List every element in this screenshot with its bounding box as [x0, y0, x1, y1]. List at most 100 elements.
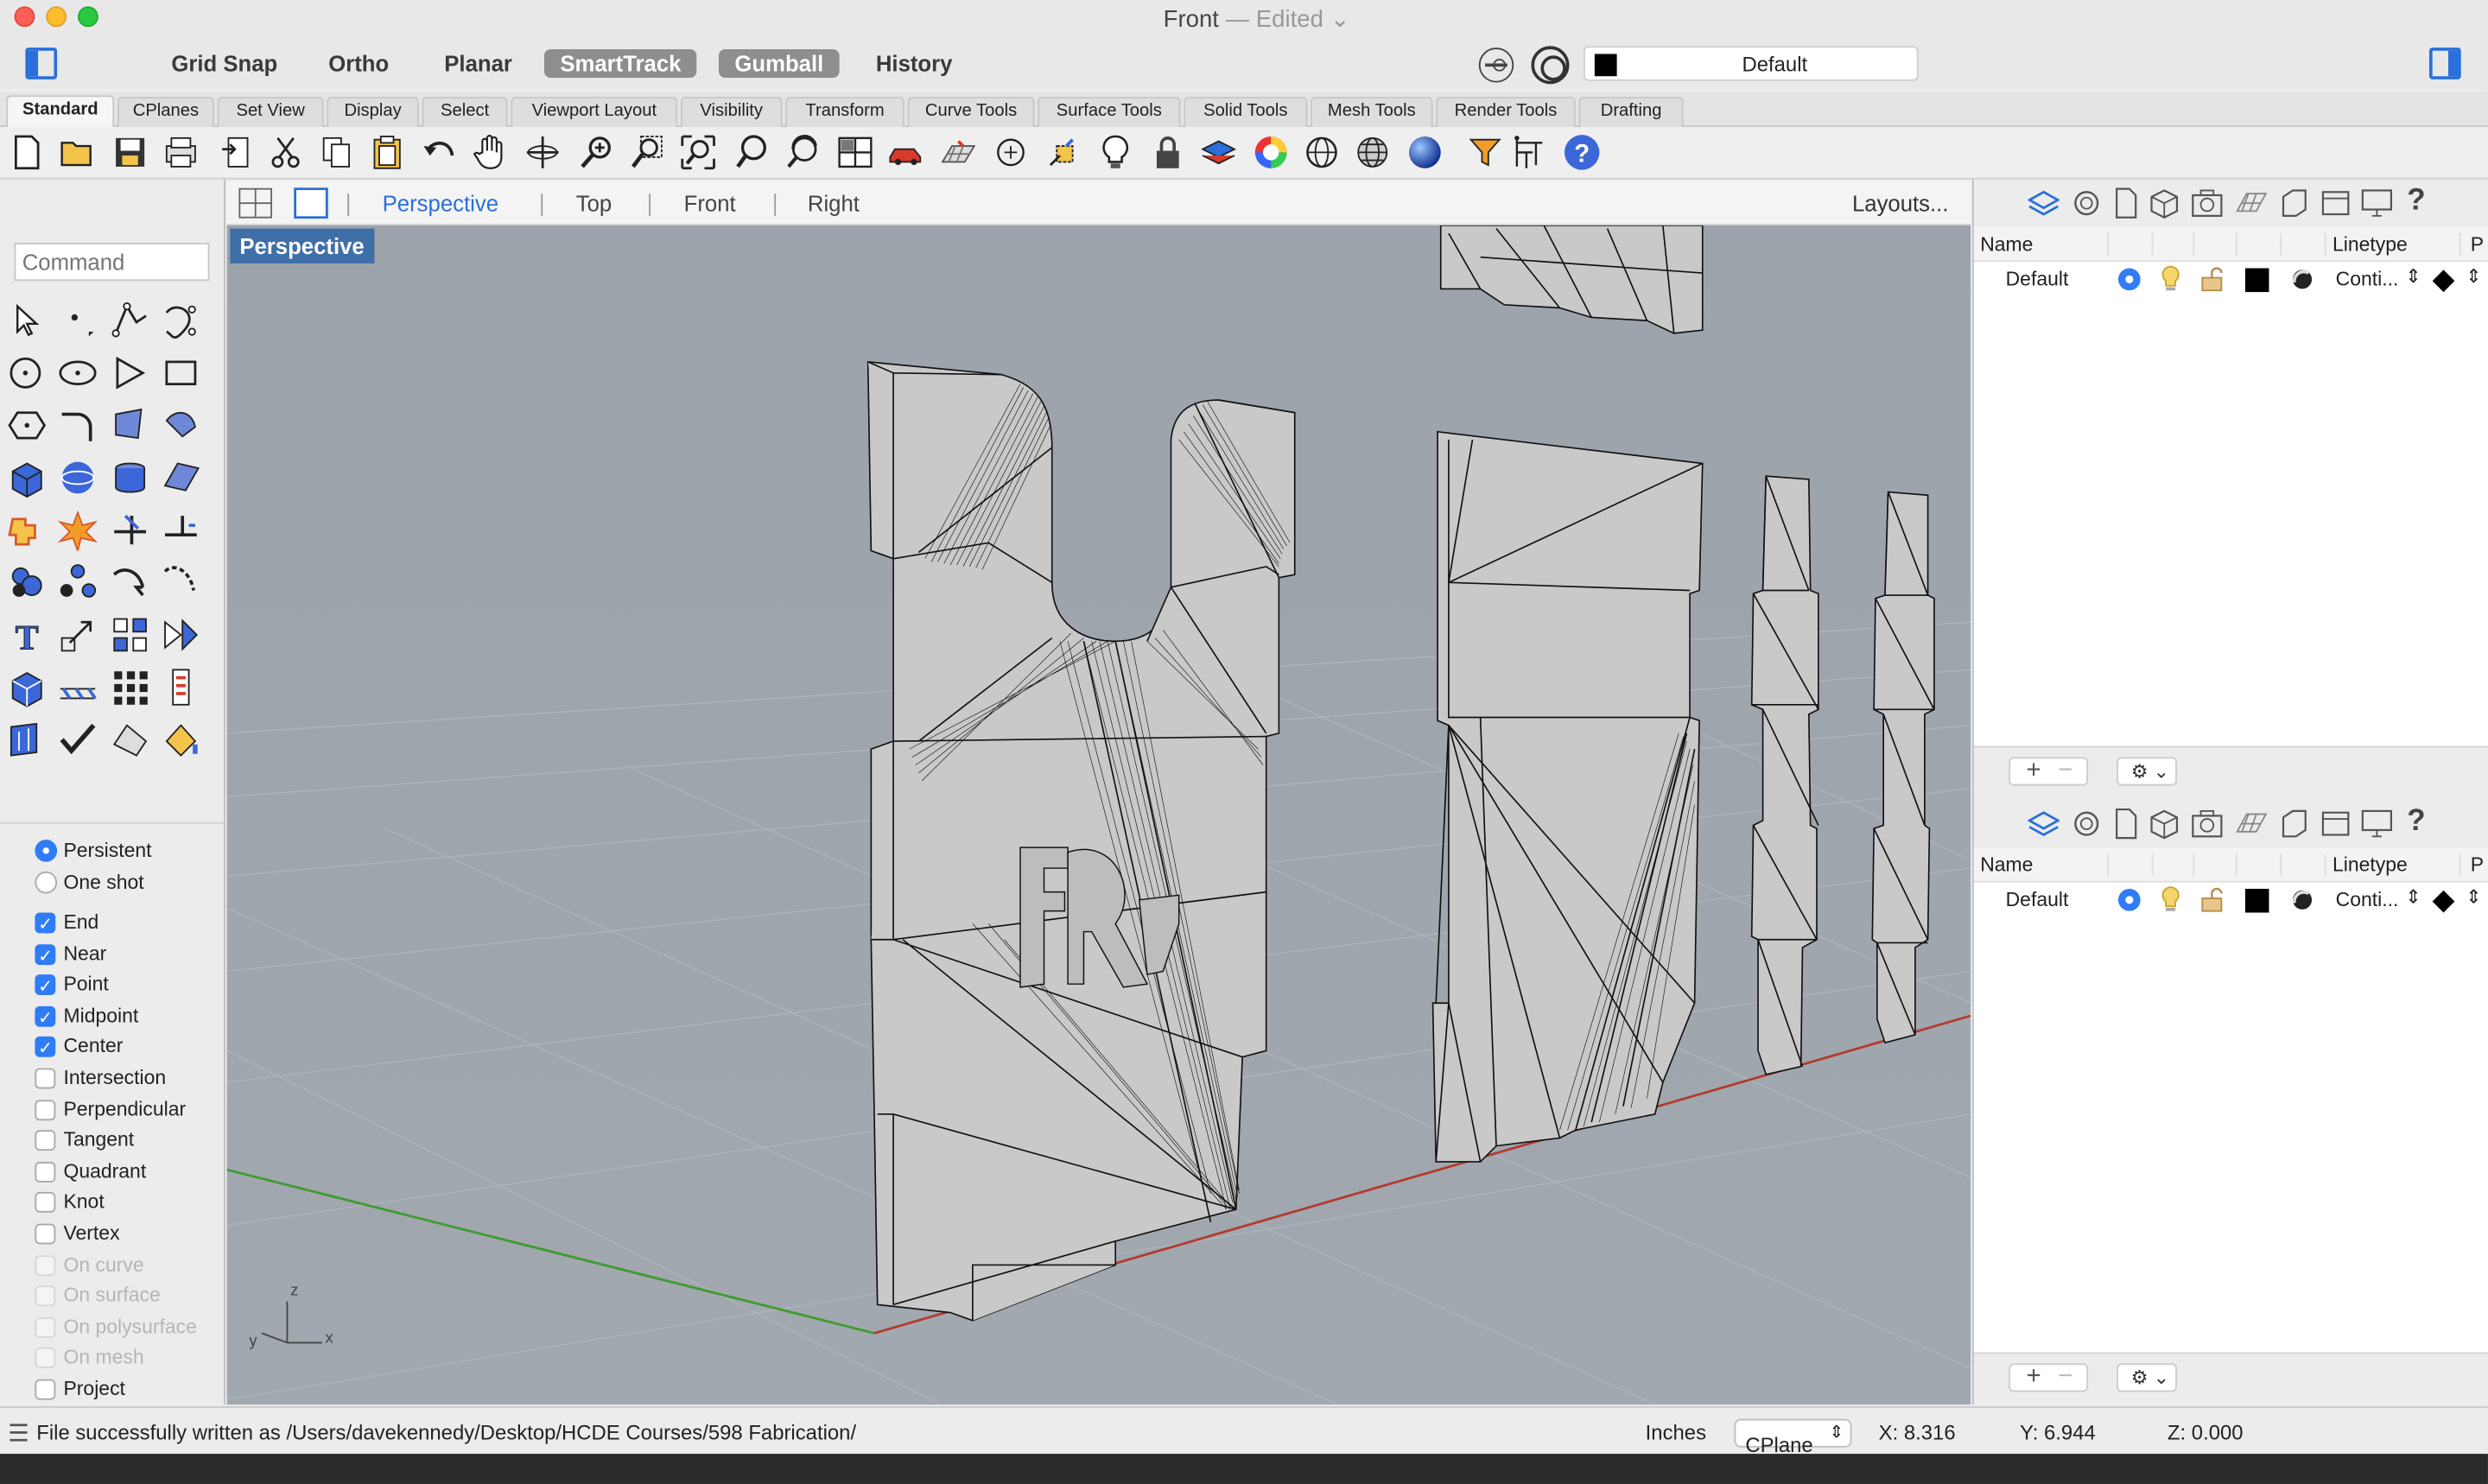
sphere-render-icon[interactable]: [1406, 133, 1444, 171]
materials-panel-icon[interactable]: [2148, 187, 2180, 219]
sphere-wireframe-icon[interactable]: [1303, 133, 1341, 171]
light-bulb-visible-icon[interactable]: [2160, 265, 2182, 294]
zoom-icon[interactable]: [578, 133, 616, 171]
mirror-icon[interactable]: [161, 614, 202, 656]
tab-transform[interactable]: Transform: [785, 97, 904, 127]
tab-perspective[interactable]: Perspective: [383, 190, 498, 215]
print-stepper-icon[interactable]: ⇕: [2466, 885, 2481, 908]
camera-panel-icon[interactable]: [2190, 808, 2225, 840]
rectangle-icon[interactable]: [161, 352, 202, 394]
gumball-icon[interactable]: [1044, 133, 1082, 171]
print-color-icon[interactable]: [2431, 269, 2456, 294]
current-layer-icon[interactable]: [2117, 888, 2141, 911]
undo-icon[interactable]: [421, 133, 459, 171]
material-icon[interactable]: [2291, 269, 2313, 291]
analyze-icon[interactable]: [6, 719, 48, 760]
sweep-surface-icon[interactable]: [161, 405, 202, 447]
scale-icon[interactable]: [57, 614, 98, 656]
grid-icon[interactable]: [939, 133, 977, 171]
materials-panel-icon[interactable]: [2148, 808, 2180, 840]
command-input[interactable]: [14, 243, 210, 282]
extrude-surface-icon[interactable]: [161, 457, 202, 498]
sun-panel-icon[interactable]: [2320, 808, 2352, 840]
right-sidebar-toggle-icon[interactable]: [2428, 48, 2461, 79]
camera-panel-icon[interactable]: [2190, 187, 2225, 219]
car-render-icon[interactable]: [887, 133, 925, 171]
tab-standard[interactable]: Standard: [6, 95, 115, 129]
copy-icon[interactable]: [317, 133, 355, 171]
render-shape-icon[interactable]: [110, 719, 151, 760]
grid-array-icon[interactable]: [110, 667, 151, 708]
properties-panel-icon[interactable]: [2071, 809, 2103, 838]
array-icon[interactable]: [110, 614, 151, 656]
pan-hand-icon[interactable]: [471, 133, 509, 171]
gumball-button[interactable]: Gumball: [719, 48, 840, 79]
light-bulb-visible-icon[interactable]: [2160, 885, 2182, 914]
object-snap-icon[interactable]: [992, 133, 1030, 171]
record-history-icon[interactable]: [1478, 48, 1514, 83]
explode-icon[interactable]: [57, 510, 98, 551]
print-icon[interactable]: [162, 133, 200, 171]
zoom-extents-icon[interactable]: [679, 133, 717, 171]
ungroup-icon[interactable]: [57, 561, 98, 603]
single-view-layout-icon[interactable]: [294, 187, 328, 219]
sun-panel-icon[interactable]: [2320, 187, 2352, 219]
new-file-icon[interactable]: [8, 133, 46, 171]
help-panel-icon[interactable]: ?: [2407, 184, 2425, 219]
grid-snap-button[interactable]: Grid Snap: [171, 49, 277, 78]
menu-lines-icon[interactable]: ☰: [8, 1419, 29, 1447]
layouts-button[interactable]: Layouts...: [1852, 190, 1948, 215]
rendering-panel-icon[interactable]: [2279, 187, 2311, 219]
polyline-icon[interactable]: [110, 300, 151, 341]
layer-options-button[interactable]: ⚙ ⌄: [2117, 757, 2177, 786]
filter-icon[interactable]: [1466, 133, 1504, 171]
split-icon[interactable]: [161, 510, 202, 551]
linetype-stepper-icon[interactable]: ⇕: [2405, 885, 2421, 908]
sphere-solid-icon[interactable]: [57, 457, 98, 498]
tab-curve-tools[interactable]: Curve Tools: [907, 97, 1035, 127]
color-wheel-icon[interactable]: [1252, 133, 1290, 171]
properties-panel-icon[interactable]: [2071, 189, 2103, 218]
sphere-shaded-icon[interactable]: [1354, 133, 1392, 171]
tab-mesh-tools[interactable]: Mesh Tools: [1311, 97, 1433, 127]
notes-panel-icon[interactable]: [2113, 808, 2138, 840]
rotate-view-icon[interactable]: [524, 133, 562, 171]
polygon-icon[interactable]: [6, 405, 48, 447]
history-button[interactable]: History: [876, 49, 953, 78]
properties-icon[interactable]: [161, 667, 202, 708]
target-icon[interactable]: [1531, 46, 1570, 85]
layer-row[interactable]: Default Conti... ⇕ ⇕: [1974, 262, 2488, 296]
units-label[interactable]: Inches: [1646, 1420, 1706, 1444]
display-panel-icon[interactable]: [2359, 187, 2394, 219]
dimension-tool-icon[interactable]: [57, 667, 98, 708]
layer-color-swatch[interactable]: [2244, 268, 2269, 293]
tab-display[interactable]: Display: [327, 97, 419, 127]
tab-top[interactable]: Top: [576, 190, 612, 215]
boolean-union-icon[interactable]: [6, 510, 48, 551]
select-arrow-icon[interactable]: [6, 300, 48, 341]
block-icon[interactable]: [6, 667, 48, 708]
save-icon[interactable]: [111, 133, 149, 171]
curve-icon[interactable]: [161, 300, 202, 341]
rendering-panel-icon[interactable]: [2279, 808, 2311, 840]
viewport-title-label[interactable]: Perspective: [230, 228, 374, 264]
smarttrack-button[interactable]: SmartTrack: [543, 48, 697, 79]
point-icon[interactable]: [57, 300, 98, 341]
tab-front[interactable]: Front: [684, 190, 736, 215]
four-viewports-icon[interactable]: [836, 133, 874, 171]
material-icon[interactable]: [2291, 889, 2313, 911]
lock-icon[interactable]: [1149, 133, 1187, 171]
help-panel-icon[interactable]: ?: [2407, 805, 2425, 840]
paste-icon[interactable]: [368, 133, 406, 171]
paint-bucket-icon[interactable]: [161, 719, 202, 760]
light-icon[interactable]: [1096, 133, 1134, 171]
join-icon[interactable]: [110, 561, 151, 603]
tab-visibility[interactable]: Visibility: [680, 97, 783, 127]
tab-cplanes[interactable]: CPlanes: [117, 97, 214, 127]
ortho-button[interactable]: Ortho: [328, 49, 389, 78]
circle-icon[interactable]: [6, 352, 48, 394]
check-icon[interactable]: [57, 719, 98, 760]
linetype-stepper-icon[interactable]: ⇕: [2405, 265, 2421, 288]
trim-icon[interactable]: [110, 510, 151, 551]
planar-button[interactable]: Planar: [444, 49, 512, 78]
